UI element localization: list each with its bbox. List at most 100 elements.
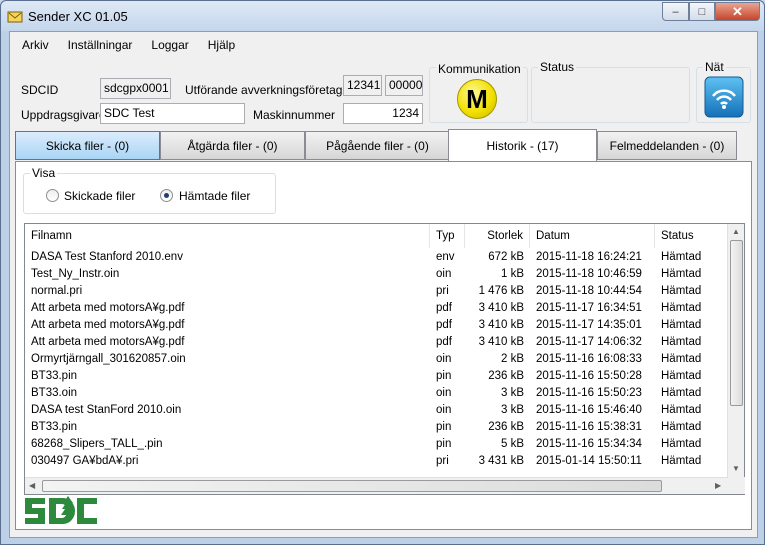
status-group: Status <box>531 60 690 123</box>
client-field[interactable]: SDC Test <box>100 103 245 124</box>
cell-type: pri <box>436 455 449 467</box>
company-code1-field[interactable]: 12341 <box>343 75 382 96</box>
app-icon <box>7 11 23 23</box>
cell-status: Hämtad <box>661 319 702 331</box>
radio-hamtade-label[interactable]: Hämtade filer <box>179 189 250 203</box>
header-datum[interactable]: Datum <box>530 224 655 248</box>
radio-skickade[interactable] <box>46 189 59 202</box>
table-row[interactable]: BT33.pin pin 236 kB 2015-11-16 15:50:28 Hämt… <box>25 368 728 385</box>
cell-status: Hämtad <box>661 336 702 348</box>
cell-filename: Ormyrtjärngall_301620857.oin <box>31 353 186 365</box>
table-row[interactable]: Test_Ny_Instr.oin oin 1 kB 2015-11-18 10:46… <box>25 266 728 283</box>
cell-date: 2015-11-17 16:34:51 <box>536 302 642 314</box>
machine-field[interactable]: 1234 <box>343 103 423 124</box>
horizontal-scroll-thumb[interactable] <box>42 480 662 492</box>
horizontal-scrollbar[interactable]: ◀ ▶ <box>25 477 728 494</box>
network-group: Nät <box>696 60 751 123</box>
table-row[interactable]: DASA test StanFord 2010.oin oin 3 kB 2015-1… <box>25 402 728 419</box>
communication-m-icon: M <box>457 79 497 119</box>
scroll-right-icon[interactable]: ▶ <box>715 481 721 490</box>
view-group: Visa Skickade filer Hämtade filer <box>23 166 276 214</box>
cell-size: 3 410 kB <box>478 302 524 314</box>
cell-date: 2015-11-18 16:24:21 <box>536 251 642 263</box>
tab-historik[interactable]: Historik - (17) <box>448 129 597 161</box>
cell-type: oin <box>436 404 452 416</box>
vertical-scrollbar[interactable]: ▲ ▼ <box>727 224 744 478</box>
header-filnamn[interactable]: Filnamn <box>25 224 430 248</box>
menu-hjalp[interactable]: Hjälp <box>201 36 242 56</box>
cell-size: 5 kB <box>500 438 524 450</box>
cell-filename: Att arbeta med motorsÃ¥g.pdf <box>31 302 185 314</box>
cell-type: env <box>436 251 455 263</box>
header-status[interactable]: Status <box>655 224 728 248</box>
title-bar[interactable]: Sender XC 01.05 – □ ✕ <box>1 1 764 31</box>
cell-type: pdf <box>436 336 452 348</box>
cell-status: Hämtad <box>661 404 702 416</box>
cell-filename: Att arbeta med motorsÃ¥g.pdf <box>31 336 185 348</box>
table-row[interactable]: Ormyrtjärngall_301620857.oin oin 2 kB 2015-… <box>25 351 728 368</box>
client-area: Arkiv Inställningar Loggar Hjälp SDCID s… <box>9 31 758 538</box>
cell-filename: DASA test StanFord 2010.oin <box>31 404 182 416</box>
radio-skickade-label[interactable]: Skickade filer <box>64 189 135 203</box>
table-row[interactable]: BT33.pin pin 236 kB 2015-11-16 15:38:31 Hämt… <box>25 419 728 436</box>
cell-status: Hämtad <box>661 370 702 382</box>
cell-size: 3 kB <box>500 404 524 416</box>
scroll-down-icon[interactable]: ▼ <box>732 464 740 473</box>
table-row[interactable]: normal.pri pri 1 476 kB 2015-11-18 10:44:54… <box>25 283 728 300</box>
cell-type: pin <box>436 438 452 450</box>
close-button[interactable]: ✕ <box>715 2 760 21</box>
window-title: Sender XC 01.05 <box>28 9 128 24</box>
cell-status: Hämtad <box>661 455 702 467</box>
machine-label: Maskinnummer <box>253 108 336 122</box>
cell-size: 1 kB <box>500 268 524 280</box>
cell-size: 2 kB <box>500 353 524 365</box>
cell-filename: DASA Test Stanford 2010.env <box>31 251 183 263</box>
tab-skicka-filer[interactable]: Skicka filer - (0) <box>15 131 160 160</box>
cell-date: 2015-11-16 16:08:33 <box>536 353 642 365</box>
cell-type: oin <box>436 387 452 399</box>
communication-title: Kommunikation <box>436 62 523 76</box>
maximize-button[interactable]: □ <box>689 2 715 21</box>
table-row[interactable]: Att arbeta med motorsÃ¥g.pdf pdf 3 410 kB 2… <box>25 317 728 334</box>
table-row[interactable]: 030497 GÃ¥bdÃ¥.pri pri 3 431 kB 2015-01-14 … <box>25 453 728 470</box>
header-typ[interactable]: Typ <box>430 224 465 248</box>
cell-type: pdf <box>436 319 452 331</box>
tab-atgarda-filer[interactable]: Åtgärda filer - (0) <box>160 131 305 160</box>
cell-filename: 030497 GÃ¥bdÃ¥.pri <box>31 455 139 467</box>
sdcid-label: SDCID <box>21 83 59 97</box>
header-storlek[interactable]: Storlek <box>465 224 530 248</box>
cell-date: 2015-11-16 15:46:40 <box>536 404 642 416</box>
tab-felmeddelanden[interactable]: Felmeddelanden - (0) <box>597 131 737 160</box>
cell-date: 2015-11-16 15:34:34 <box>536 438 642 450</box>
cell-date: 2015-11-16 15:50:28 <box>536 370 642 382</box>
company-label: Utförande avverkningsföretag <box>185 83 343 97</box>
menu-arkiv[interactable]: Arkiv <box>15 36 56 56</box>
vertical-scroll-thumb[interactable] <box>730 240 743 406</box>
file-list[interactable]: Filnamn Typ Storlek Datum Status DASA Te… <box>24 223 745 495</box>
tab-pagaende-filer[interactable]: Pågående filer - (0) <box>305 131 450 160</box>
table-row[interactable]: DASA Test Stanford 2010.env env 672 kB 2015… <box>25 249 728 266</box>
menu-installningar[interactable]: Inställningar <box>61 36 140 56</box>
cell-date: 2015-11-17 14:06:32 <box>536 336 642 348</box>
client-label: Uppdragsgivare <box>21 108 106 122</box>
status-title: Status <box>538 60 577 74</box>
table-row[interactable]: BT33.oin oin 3 kB 2015-11-16 15:50:23 Hämtad <box>25 385 728 402</box>
menu-bar: Arkiv Inställningar Loggar Hjälp <box>10 36 242 56</box>
radio-hamtade[interactable] <box>160 189 173 202</box>
scroll-left-icon[interactable]: ◀ <box>29 481 35 490</box>
scroll-up-icon[interactable]: ▲ <box>732 227 740 236</box>
cell-type: pin <box>436 370 452 382</box>
cell-filename: BT33.oin <box>31 387 78 399</box>
table-row[interactable]: Att arbeta med motorsÃ¥g.pdf pdf 3 410 kB 2… <box>25 300 728 317</box>
sdcid-field[interactable]: sdcgpx0001 <box>100 78 171 99</box>
table-row[interactable]: Att arbeta med motorsÃ¥g.pdf pdf 3 410 kB 2… <box>25 334 728 351</box>
cell-date: 2015-11-18 10:44:54 <box>536 285 642 297</box>
company-code2-field[interactable]: 00000 <box>385 75 423 96</box>
communication-letter: M <box>466 83 488 114</box>
minimize-button[interactable]: – <box>662 2 689 21</box>
cell-date: 2015-11-18 10:46:59 <box>536 268 642 280</box>
table-row[interactable]: 68268_Slipers_TALL_.pin pin 5 kB 2015-11-16… <box>25 436 728 453</box>
cell-size: 236 kB <box>488 421 524 433</box>
cell-filename: Att arbeta med motorsÃ¥g.pdf <box>31 319 185 331</box>
menu-loggar[interactable]: Loggar <box>144 36 195 56</box>
